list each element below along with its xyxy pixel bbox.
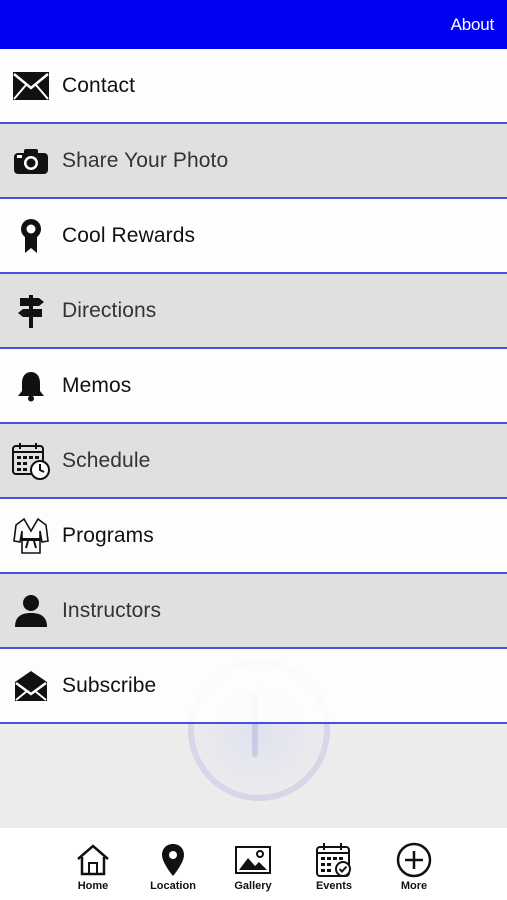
plus-circle-icon bbox=[396, 842, 432, 878]
tab-label: More bbox=[400, 880, 428, 892]
open-envelope-icon bbox=[12, 667, 50, 705]
camera-icon bbox=[12, 142, 50, 180]
signpost-icon bbox=[12, 292, 50, 330]
martial-arts-uniform-icon bbox=[12, 517, 50, 555]
menu-item-schedule[interactable]: Schedule bbox=[0, 424, 507, 499]
person-icon bbox=[12, 592, 50, 630]
menu-item-label: Directions bbox=[62, 299, 157, 322]
menu-item-label: Memos bbox=[62, 374, 132, 397]
menu-item-label: Subscribe bbox=[62, 674, 157, 697]
tab-events[interactable]: Events bbox=[299, 842, 369, 898]
home-icon bbox=[77, 844, 109, 876]
menu-item-label: Share Your Photo bbox=[62, 149, 229, 172]
tab-label: Location bbox=[150, 880, 196, 892]
calendar-clock-icon bbox=[12, 442, 50, 480]
tab-label: Events bbox=[315, 880, 353, 892]
map-pin-icon bbox=[162, 844, 184, 876]
menu-item-label: Programs bbox=[62, 524, 154, 547]
menu-item-label: Schedule bbox=[62, 449, 151, 472]
menu-item-directions[interactable]: Directions bbox=[0, 274, 507, 349]
tab-label: Gallery bbox=[234, 880, 272, 892]
menu-item-memos[interactable]: Memos bbox=[0, 349, 507, 424]
bottom-tab-bar: Home Location Gallery Events More bbox=[0, 828, 507, 900]
menu-item-share-your-photo[interactable]: Share Your Photo bbox=[0, 124, 507, 199]
menu-item-contact[interactable]: Contact bbox=[0, 49, 507, 124]
menu-item-programs[interactable]: Programs bbox=[0, 499, 507, 574]
envelope-icon bbox=[12, 67, 50, 105]
award-ribbon-icon bbox=[12, 217, 50, 255]
about-link[interactable]: About bbox=[451, 15, 495, 35]
tab-gallery[interactable]: Gallery bbox=[218, 842, 288, 898]
tab-location[interactable]: Location bbox=[138, 842, 208, 898]
tab-home[interactable]: Home bbox=[58, 842, 128, 898]
tab-more[interactable]: More bbox=[379, 842, 449, 898]
main-menu-list: Contact Share Your Photo Cool Rewards Di… bbox=[0, 49, 507, 724]
tab-label: Home bbox=[77, 880, 109, 892]
menu-item-subscribe[interactable]: Subscribe bbox=[0, 649, 507, 724]
menu-item-instructors[interactable]: Instructors bbox=[0, 574, 507, 649]
menu-item-label: Instructors bbox=[62, 599, 162, 622]
calendar-icon bbox=[316, 843, 351, 877]
image-icon bbox=[235, 846, 271, 874]
menu-item-label: Contact bbox=[62, 74, 136, 97]
menu-item-label: Cool Rewards bbox=[62, 224, 196, 247]
menu-item-cool-rewards[interactable]: Cool Rewards bbox=[0, 199, 507, 274]
bell-icon bbox=[12, 367, 50, 405]
top-header-bar: About bbox=[0, 0, 507, 49]
